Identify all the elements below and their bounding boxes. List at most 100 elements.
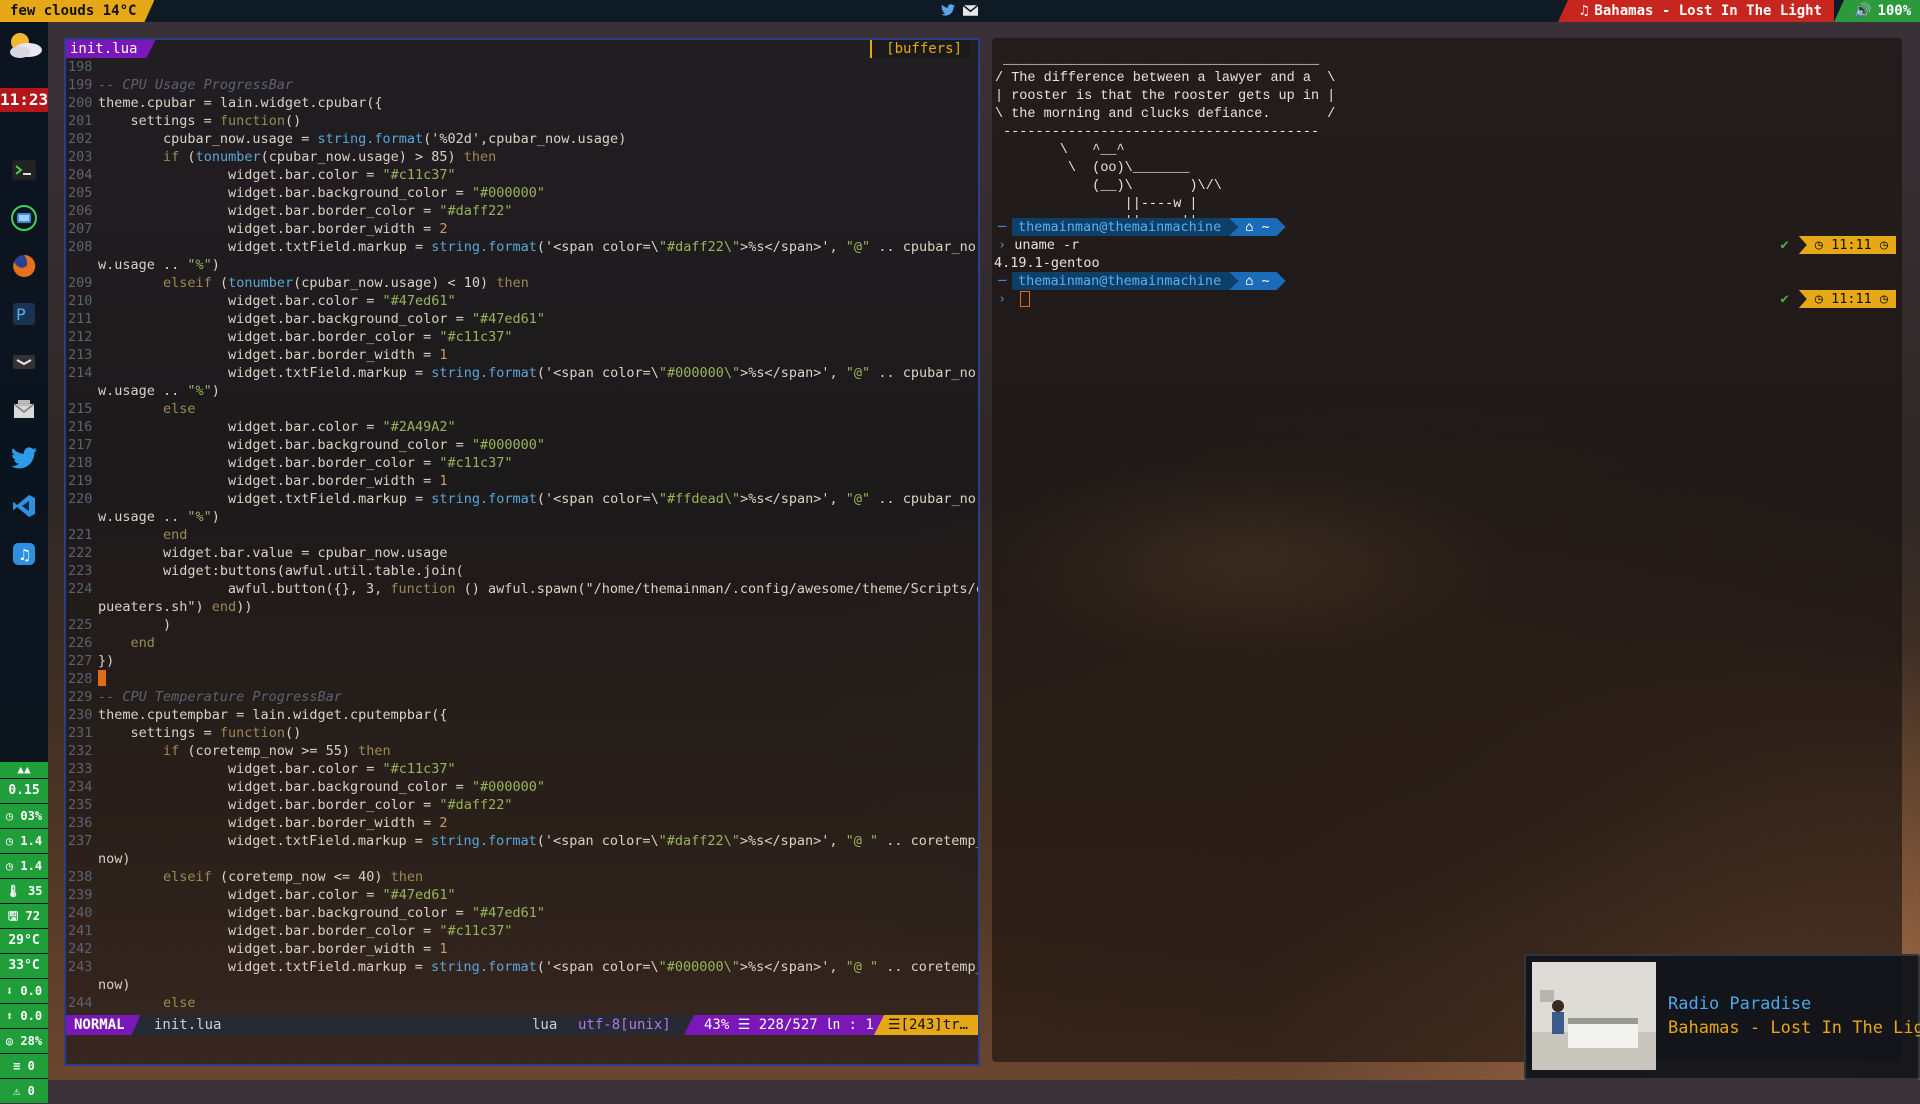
vim-window[interactable]: init.lua [buffers] 198 199 -- CPU Usage Pr… (64, 38, 980, 1066)
code-line[interactable]: 205 widget.bar.background_color = "#0000… (66, 184, 978, 202)
code-line[interactable]: 243 widget.txtField.markup = string.form… (66, 958, 978, 976)
code-line[interactable]: 235 widget.bar.border_color = "#daff22" (66, 796, 978, 814)
code-line[interactable]: 233 widget.bar.color = "#c11c37" (66, 760, 978, 778)
line-number (66, 850, 98, 868)
speaker-icon: 🔊 (1854, 3, 1872, 19)
file-manager-launcher[interactable] (0, 194, 48, 242)
vscode-launcher[interactable] (0, 482, 48, 530)
code-line[interactable]: 223 widget:buttons(awful.util.table.join… (66, 562, 978, 580)
code-line[interactable]: 222 widget.bar.value = cpubar_now.usage (66, 544, 978, 562)
line-text: widget.bar.background_color = "#000000" (98, 779, 546, 795)
code-line[interactable]: now) (66, 976, 978, 994)
mail-client-launcher[interactable] (0, 386, 48, 434)
code-line[interactable]: 228 (66, 670, 978, 688)
code-line[interactable]: 238 elseif (coretemp_now <= 40) then (66, 868, 978, 886)
code-line[interactable]: 208 widget.txtField.markup = string.form… (66, 238, 978, 256)
code-line[interactable]: w.usage .. "%") (66, 508, 978, 526)
line-text: widget.bar.background_color = "#000000" (98, 437, 546, 453)
line-number: 198 (68, 59, 93, 75)
code-line[interactable]: 234 widget.bar.background_color = "#0000… (66, 778, 978, 796)
code-line[interactable]: 240 widget.bar.background_color = "#47ed… (66, 904, 978, 922)
now-playing-widget[interactable]: ♫ Bahamas - Lost In The Light (1557, 0, 1834, 22)
line-number: 217 (68, 437, 93, 453)
photo-editor-launcher[interactable]: P (0, 290, 48, 338)
code-line[interactable]: pueaters.sh") end)) (66, 598, 978, 616)
line-number: 213 (68, 347, 93, 363)
line-text: ) (98, 617, 172, 633)
code-line[interactable]: 215 else (66, 400, 978, 418)
code-line[interactable]: now) (66, 850, 978, 868)
code-line[interactable]: 244 else (66, 994, 978, 1012)
code-line[interactable]: 213 widget.bar.border_width = 1 (66, 346, 978, 364)
line-number: 202 (68, 131, 93, 147)
code-line[interactable]: 230 theme.cputempbar = lain.widget.cputem… (66, 706, 978, 724)
code-line[interactable]: 210 widget.bar.color = "#47ed61" (66, 292, 978, 310)
twitter-icon[interactable] (940, 2, 956, 18)
music-notification[interactable]: Radio Paradise Bahamas - Lost In The Lig… (1524, 954, 1920, 1080)
mail-icon[interactable] (962, 2, 978, 18)
code-line[interactable]: 207 widget.bar.border_width = 2 (66, 220, 978, 238)
line-text: awful.button({}, 3, function () awful.sp… (97, 581, 978, 597)
clock-widget[interactable]: 11:23 (0, 88, 48, 112)
firefox-launcher[interactable] (0, 242, 48, 290)
terminal-launcher[interactable] (0, 146, 48, 194)
code-line[interactable]: 204 widget.bar.color = "#c11c37" (66, 166, 978, 184)
vim-tab-init-lua[interactable]: init.lua (66, 40, 155, 58)
file-manager-icon (11, 205, 37, 231)
code-line[interactable]: 242 widget.bar.border_width = 1 (66, 940, 978, 958)
code-line[interactable]: 203 if (tonumber(cpubar_now.usage) > 85)… (66, 148, 978, 166)
code-line[interactable]: 200 theme.cpubar = lain.widget.cpubar({ (66, 94, 978, 112)
line-text: elseif (tonumber(cpubar_now.usage) < 10)… (163, 275, 529, 291)
code-line[interactable]: 229 -- CPU Temperature ProgressBar (66, 688, 978, 706)
line-text: else (163, 995, 196, 1011)
code-line[interactable]: 217 widget.bar.background_color = "#0000… (66, 436, 978, 454)
code-line[interactable]: w.usage .. "%") (66, 382, 978, 400)
code-line[interactable]: 214 widget.txtField.markup = string.form… (66, 364, 978, 382)
code-line[interactable]: 201 settings = function() (66, 112, 978, 130)
code-line[interactable]: 211 widget.bar.background_color = "#47ed… (66, 310, 978, 328)
line-text: }) (98, 653, 115, 669)
code-line[interactable]: 220 widget.txtField.markup = string.form… (66, 490, 978, 508)
code-line[interactable]: 212 widget.bar.border_color = "#c11c37" (66, 328, 978, 346)
code-line[interactable]: 198 (66, 58, 978, 76)
terminal-window[interactable]: _______________________________________ … (992, 38, 1902, 1062)
stat-net-up: ⬆ 0.0 (0, 1004, 48, 1028)
code-line[interactable]: 199 -- CPU Usage ProgressBar (66, 76, 978, 94)
volume-widget[interactable]: 🔊 100% (1834, 0, 1920, 22)
code-line[interactable]: 236 widget.bar.border_width = 2 (66, 814, 978, 832)
code-line[interactable]: 232 if (coretemp_now >= 55) then (66, 742, 978, 760)
twitter-client-launcher[interactable] (0, 434, 48, 482)
code-editor[interactable]: 198 199 -- CPU Usage ProgressBar 200 theme.c… (66, 58, 978, 1012)
code-line[interactable]: 231 settings = function() (66, 724, 978, 742)
code-line[interactable]: w.usage .. "%") (66, 256, 978, 274)
time-badge-2-value: 11:11 (1831, 291, 1872, 307)
line-text: widget.txtField.markup = string.format('… (97, 959, 978, 975)
code-line[interactable]: 209 elseif (tonumber(cpubar_now.usage) <… (66, 274, 978, 292)
line-number: 228 (68, 671, 93, 687)
code-line[interactable]: 218 widget.bar.border_color = "#c11c37" (66, 454, 978, 472)
clock-icon: ◷ (1814, 291, 1823, 307)
code-line[interactable]: 241 widget.bar.border_color = "#c11c37" (66, 922, 978, 940)
code-line[interactable]: 224 awful.button({}, 3, function () awfu… (66, 580, 978, 598)
music-player-launcher[interactable]: ♫ (0, 530, 48, 578)
code-line[interactable]: 237 widget.txtField.markup = string.form… (66, 832, 978, 850)
terminal-app-launcher[interactable] (0, 338, 48, 386)
stat-temp-2: 33°C (0, 954, 48, 978)
code-line[interactable]: 226 end (66, 634, 978, 652)
code-line[interactable]: 227}) (66, 652, 978, 670)
command-line-2[interactable]: › (998, 290, 1031, 308)
code-line[interactable]: 239 widget.bar.color = "#47ed61" (66, 886, 978, 904)
stat-temp-cpu-value: 35 (28, 884, 43, 898)
code-line[interactable]: 221 end (66, 526, 978, 544)
line-number: 208 (68, 239, 93, 255)
vim-buffers-indicator: [buffers] (870, 40, 970, 58)
code-line[interactable]: 219 widget.bar.border_width = 1 (66, 472, 978, 490)
code-line[interactable]: 202 cpubar_now.usage = string.format('%0… (66, 130, 978, 148)
load-graph-icon: ▲▲ (0, 762, 48, 778)
line-number: 234 (68, 779, 93, 795)
weather-widget[interactable]: few clouds 14°C (0, 0, 154, 22)
line-number: 223 (68, 563, 93, 579)
code-line[interactable]: 206 widget.bar.border_color = "#daff22" (66, 202, 978, 220)
code-line[interactable]: 225 ) (66, 616, 978, 634)
code-line[interactable]: 216 widget.bar.color = "#2A49A2" (66, 418, 978, 436)
